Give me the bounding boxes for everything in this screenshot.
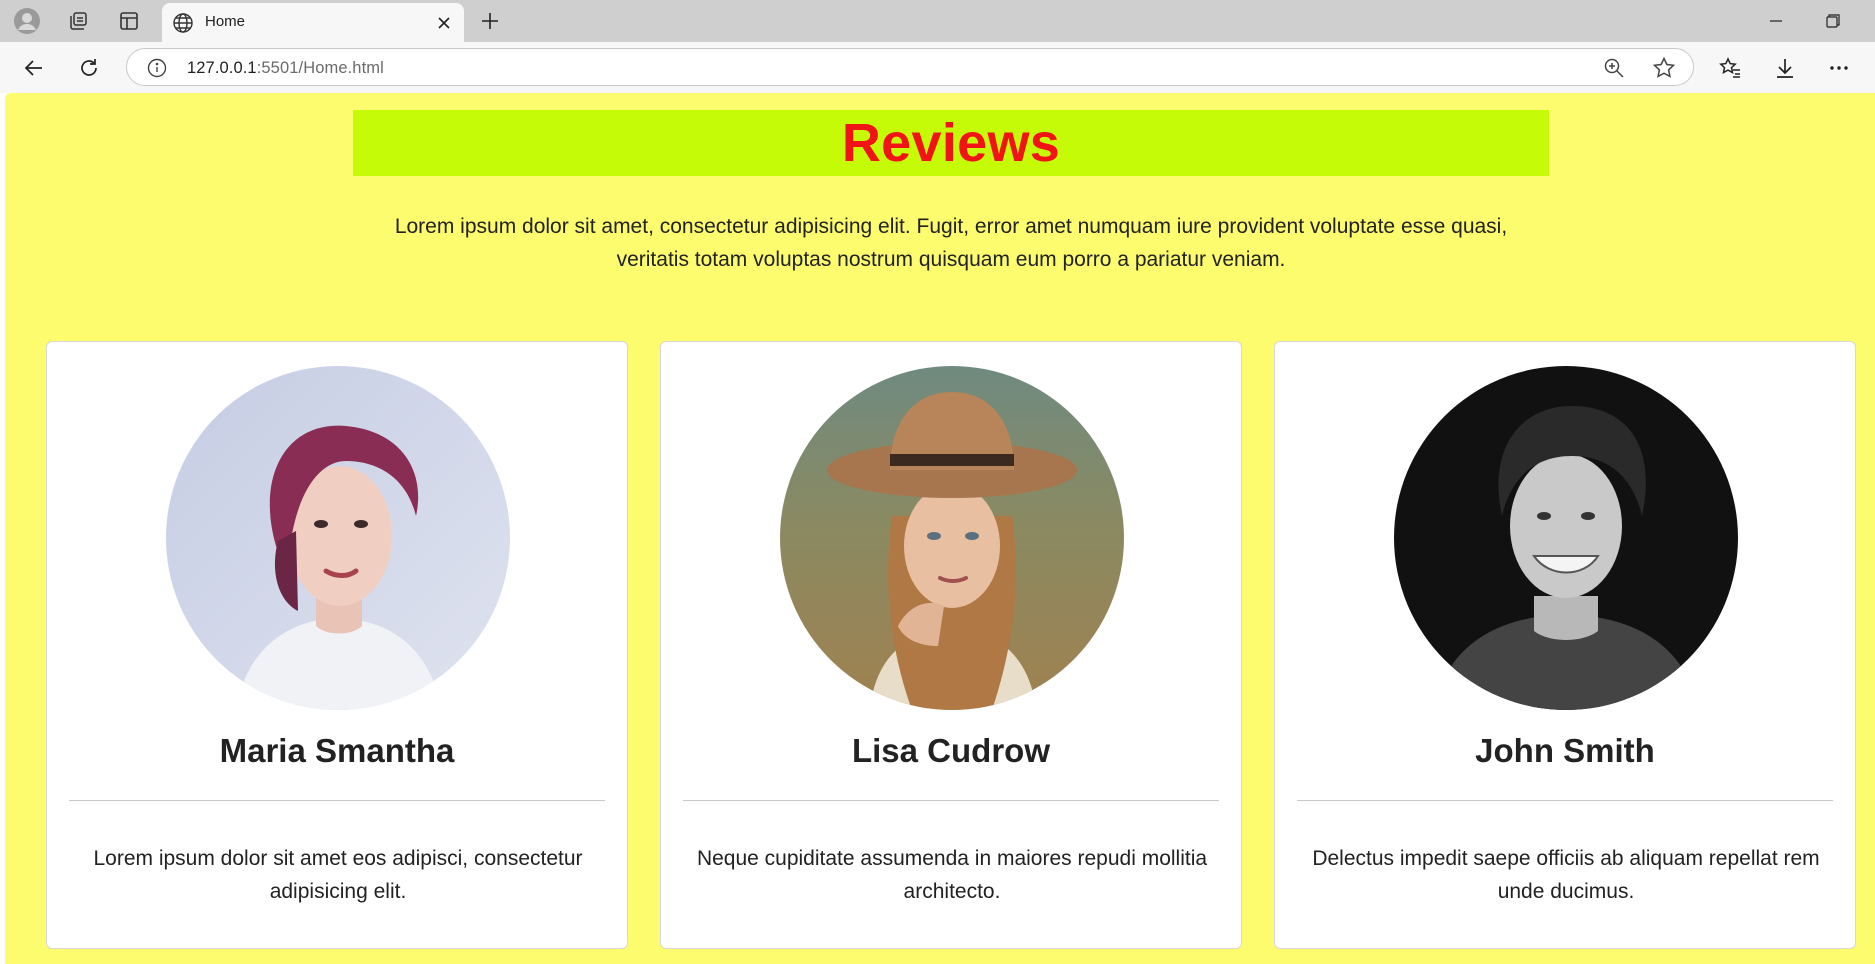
- download-icon[interactable]: [1769, 52, 1801, 84]
- browser-toolbar: 127.0.0.1:5501/Home.html: [0, 42, 1875, 93]
- avatar: [1394, 366, 1738, 710]
- avatar: [780, 366, 1124, 710]
- tab-home[interactable]: Home: [162, 3, 464, 42]
- page-viewport: Reviews Lorem ipsum dolor sit amet, cons…: [5, 93, 1875, 964]
- review-card: John Smith Delectus impedit saepe offici…: [1274, 341, 1856, 949]
- minimize-icon[interactable]: [1753, 4, 1799, 38]
- heading-banner: Reviews: [353, 110, 1549, 176]
- intro-text: Lorem ipsum dolor sit amet, consectetur …: [394, 215, 1508, 271]
- tab-title: Home: [205, 13, 246, 30]
- favorites-icon[interactable]: [1714, 52, 1746, 84]
- reviewer-name: Maria Smantha: [219, 732, 455, 769]
- page-title: Reviews: [841, 113, 1061, 173]
- site-info-icon[interactable]: [147, 58, 167, 78]
- zoom-icon[interactable]: [1603, 57, 1625, 79]
- review-text: Delectus impedit saepe officiis ab aliqu…: [1312, 847, 1820, 903]
- card-divider: [69, 800, 605, 801]
- reload-icon[interactable]: [73, 52, 105, 84]
- address-bar[interactable]: 127.0.0.1:5501/Home.html: [126, 48, 1694, 86]
- back-arrow-icon[interactable]: [18, 52, 50, 84]
- review-card: Lisa Cudrow Neque cupiditate assumenda i…: [660, 341, 1242, 949]
- review-card: Maria Smantha Lorem ipsum dolor sit amet…: [46, 341, 628, 949]
- browser-tab-strip: Home: [0, 0, 1875, 42]
- url-text[interactable]: 127.0.0.1:5501/Home.html: [187, 59, 384, 78]
- reviewer-name: Lisa Cudrow: [851, 732, 1051, 769]
- restore-icon[interactable]: [1810, 4, 1856, 38]
- globe-icon: [173, 13, 193, 33]
- avatar: [166, 366, 510, 710]
- new-tab-icon[interactable]: [474, 5, 506, 37]
- card-divider: [683, 800, 1219, 801]
- close-tab-icon[interactable]: [433, 12, 455, 34]
- review-text: Lorem ipsum dolor sit amet eos adipisci,…: [93, 847, 583, 903]
- profile-avatar-icon[interactable]: [11, 5, 43, 37]
- reviewer-name: John Smith: [1475, 732, 1655, 769]
- review-text: Neque cupiditate assumenda in maiores re…: [696, 847, 1208, 903]
- collections-icon[interactable]: [62, 5, 94, 37]
- tab-actions-icon[interactable]: [113, 5, 145, 37]
- more-menu-icon[interactable]: [1823, 52, 1855, 84]
- card-divider: [1297, 800, 1833, 801]
- favorite-star-icon[interactable]: [1652, 56, 1676, 80]
